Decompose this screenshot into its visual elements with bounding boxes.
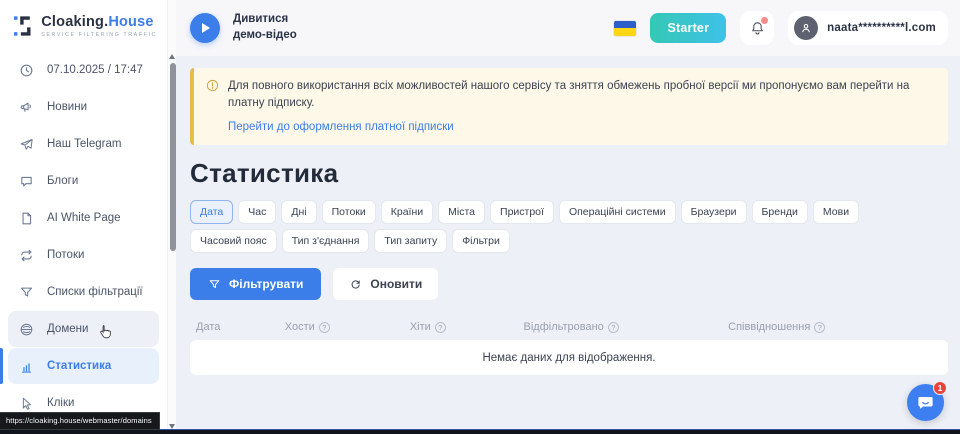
stat-tabs: Дата Час Дні Потоки Країни Міста Пристро… — [190, 200, 935, 253]
tab-data[interactable]: Дата — [190, 200, 233, 224]
logo-text: Cloaking.House SERVICE FILTERING TRAFFIC — [41, 14, 157, 38]
trial-warning-banner: Для повного використання всіх можливосте… — [190, 68, 948, 145]
globe-icon — [18, 321, 34, 337]
table-empty-state: Немає даних для відображення. — [190, 340, 948, 375]
logo[interactable]: Cloaking.House SERVICE FILTERING TRAFFIC — [0, 0, 167, 50]
sidebar-item-datetime[interactable]: 07.10.2025 / 17:47 — [8, 52, 159, 88]
bar-chart-icon — [18, 358, 34, 374]
app-window: Cloaking.House SERVICE FILTERING TRAFFIC… — [0, 0, 960, 434]
sidebar-item-telegram[interactable]: Наш Telegram — [8, 126, 159, 162]
column-header-ratio: Співвідношення ? — [728, 321, 948, 333]
column-header-hits: Хіти ? — [410, 321, 524, 333]
account-email: naata**********l.com — [827, 22, 936, 34]
tab-request-type[interactable]: Тип запиту — [374, 229, 447, 253]
sidebar-item-blogs[interactable]: Блоги — [8, 163, 159, 199]
logo-subtitle: SERVICE FILTERING TRAFFIC — [41, 32, 157, 38]
plan-starter-button[interactable]: Starter — [650, 13, 726, 43]
page-title: Статистика — [190, 158, 948, 189]
logo-title-dark: Cloaking. — [41, 14, 108, 30]
megaphone-icon — [18, 99, 34, 115]
action-buttons: Фільтрувати Оновити — [190, 268, 948, 300]
notifications-button[interactable] — [740, 11, 774, 45]
sidebar-item-label: Списки фільтрації — [47, 286, 143, 298]
demo-video-label: Дивитися демо-відео — [233, 12, 297, 43]
play-icon[interactable] — [190, 13, 220, 43]
page-icon — [18, 210, 34, 226]
tab-cities[interactable]: Міста — [438, 200, 485, 224]
column-header-filtered: Відфільтровано ? — [524, 321, 729, 333]
tab-days[interactable]: Дні — [281, 200, 316, 224]
tab-devices[interactable]: Пристрої — [490, 200, 554, 224]
chat-unread-badge: 1 — [933, 381, 947, 395]
tab-languages[interactable]: Мови — [813, 200, 859, 224]
help-icon[interactable]: ? — [608, 322, 619, 333]
notification-dot — [761, 17, 768, 24]
logo-icon — [14, 12, 33, 40]
language-flag-ukraine[interactable] — [614, 21, 636, 36]
tab-brands[interactable]: Бренди — [752, 200, 808, 224]
account-menu[interactable]: naata**********l.com — [788, 11, 948, 45]
table-header-row: Дата Хости ? Хіти ? Відфільтровано ? — [190, 314, 948, 340]
telegram-icon — [18, 136, 34, 152]
sidebar-item-ai-white-page[interactable]: AI White Page — [8, 200, 159, 236]
sidebar-item-domains[interactable]: Домени — [8, 311, 159, 347]
sidebar-item-label: Блоги — [47, 175, 78, 187]
sidebar-item-label: 07.10.2025 / 17:47 — [47, 64, 143, 76]
sidebar-item-label: Домени — [47, 323, 88, 335]
content: Для повного використання всіх можливосте… — [176, 56, 960, 375]
help-icon[interactable]: ? — [319, 322, 330, 333]
tab-time[interactable]: Час — [238, 200, 276, 224]
streams-icon — [18, 247, 34, 263]
demo-video-button[interactable]: Дивитися демо-відео — [190, 12, 297, 43]
sidebar-item-label: Статистика — [47, 360, 111, 372]
sidebar-item-filter-lists[interactable]: Списки фільтрації — [8, 274, 159, 310]
funnel-icon — [208, 278, 221, 291]
mouse-hand-cursor — [96, 322, 113, 341]
chat-smile-icon — [916, 393, 935, 412]
logo-title-blue: House — [108, 14, 153, 30]
scroll-up-arrow-icon[interactable] — [169, 54, 175, 59]
main-region: Дивитися демо-відео Starter naata*** — [176, 0, 960, 434]
refresh-icon — [349, 278, 362, 291]
warning-icon — [206, 79, 219, 92]
help-icon[interactable]: ? — [435, 322, 446, 333]
topbar: Дивитися демо-відео Starter naata*** — [176, 0, 960, 56]
column-header-date: Дата — [190, 321, 285, 333]
chat-bubble-icon — [18, 173, 34, 189]
chat-widget-button[interactable]: 1 — [907, 384, 944, 421]
banner-text: Для повного використання всіх можливосте… — [228, 78, 934, 111]
tab-filters[interactable]: Фільтри — [452, 229, 510, 253]
tab-browsers[interactable]: Браузери — [681, 200, 747, 224]
subscription-link[interactable]: Перейти до оформлення платної підписки — [228, 121, 934, 133]
refresh-button[interactable]: Оновити — [333, 268, 438, 300]
sidebar-item-label: Кліки — [47, 397, 74, 409]
sidebar: Cloaking.House SERVICE FILTERING TRAFFIC… — [0, 0, 167, 434]
tab-operating-systems[interactable]: Операційні системи — [559, 200, 676, 224]
filter-button[interactable]: Фільтрувати — [190, 268, 321, 300]
person-icon — [799, 21, 813, 35]
scrollbar-thumb[interactable] — [170, 63, 176, 251]
stats-table: Дата Хости ? Хіти ? Відфільтровано ? — [190, 314, 948, 375]
tab-streams[interactable]: Потоки — [322, 200, 376, 224]
column-header-hosts: Хости ? — [285, 321, 410, 333]
sidebar-scrollbar — [167, 0, 176, 434]
sidebar-nav: 07.10.2025 / 17:47 Новини Наш Telegram Б… — [0, 50, 167, 421]
sidebar-item-news[interactable]: Новини — [8, 89, 159, 125]
statusbar-url: https://cloaking.house/webmaster/domains — [0, 412, 160, 430]
tab-countries[interactable]: Країни — [381, 200, 433, 224]
sidebar-item-label: Наш Telegram — [47, 138, 121, 150]
sidebar-item-label: Потоки — [47, 249, 84, 261]
cursor-icon — [18, 395, 34, 411]
sidebar-item-label: AI White Page — [47, 212, 121, 224]
funnel-icon — [18, 284, 34, 300]
avatar — [794, 16, 818, 40]
help-icon[interactable]: ? — [814, 322, 825, 333]
clock-icon — [18, 62, 34, 78]
sidebar-item-statistics[interactable]: Статистика — [8, 348, 159, 384]
sidebar-item-streams[interactable]: Потоки — [8, 237, 159, 273]
tab-timezone[interactable]: Часовий пояс — [190, 229, 277, 253]
tab-connection-type[interactable]: Тип з'єднання — [282, 229, 370, 253]
sidebar-item-label: Новини — [47, 101, 87, 113]
